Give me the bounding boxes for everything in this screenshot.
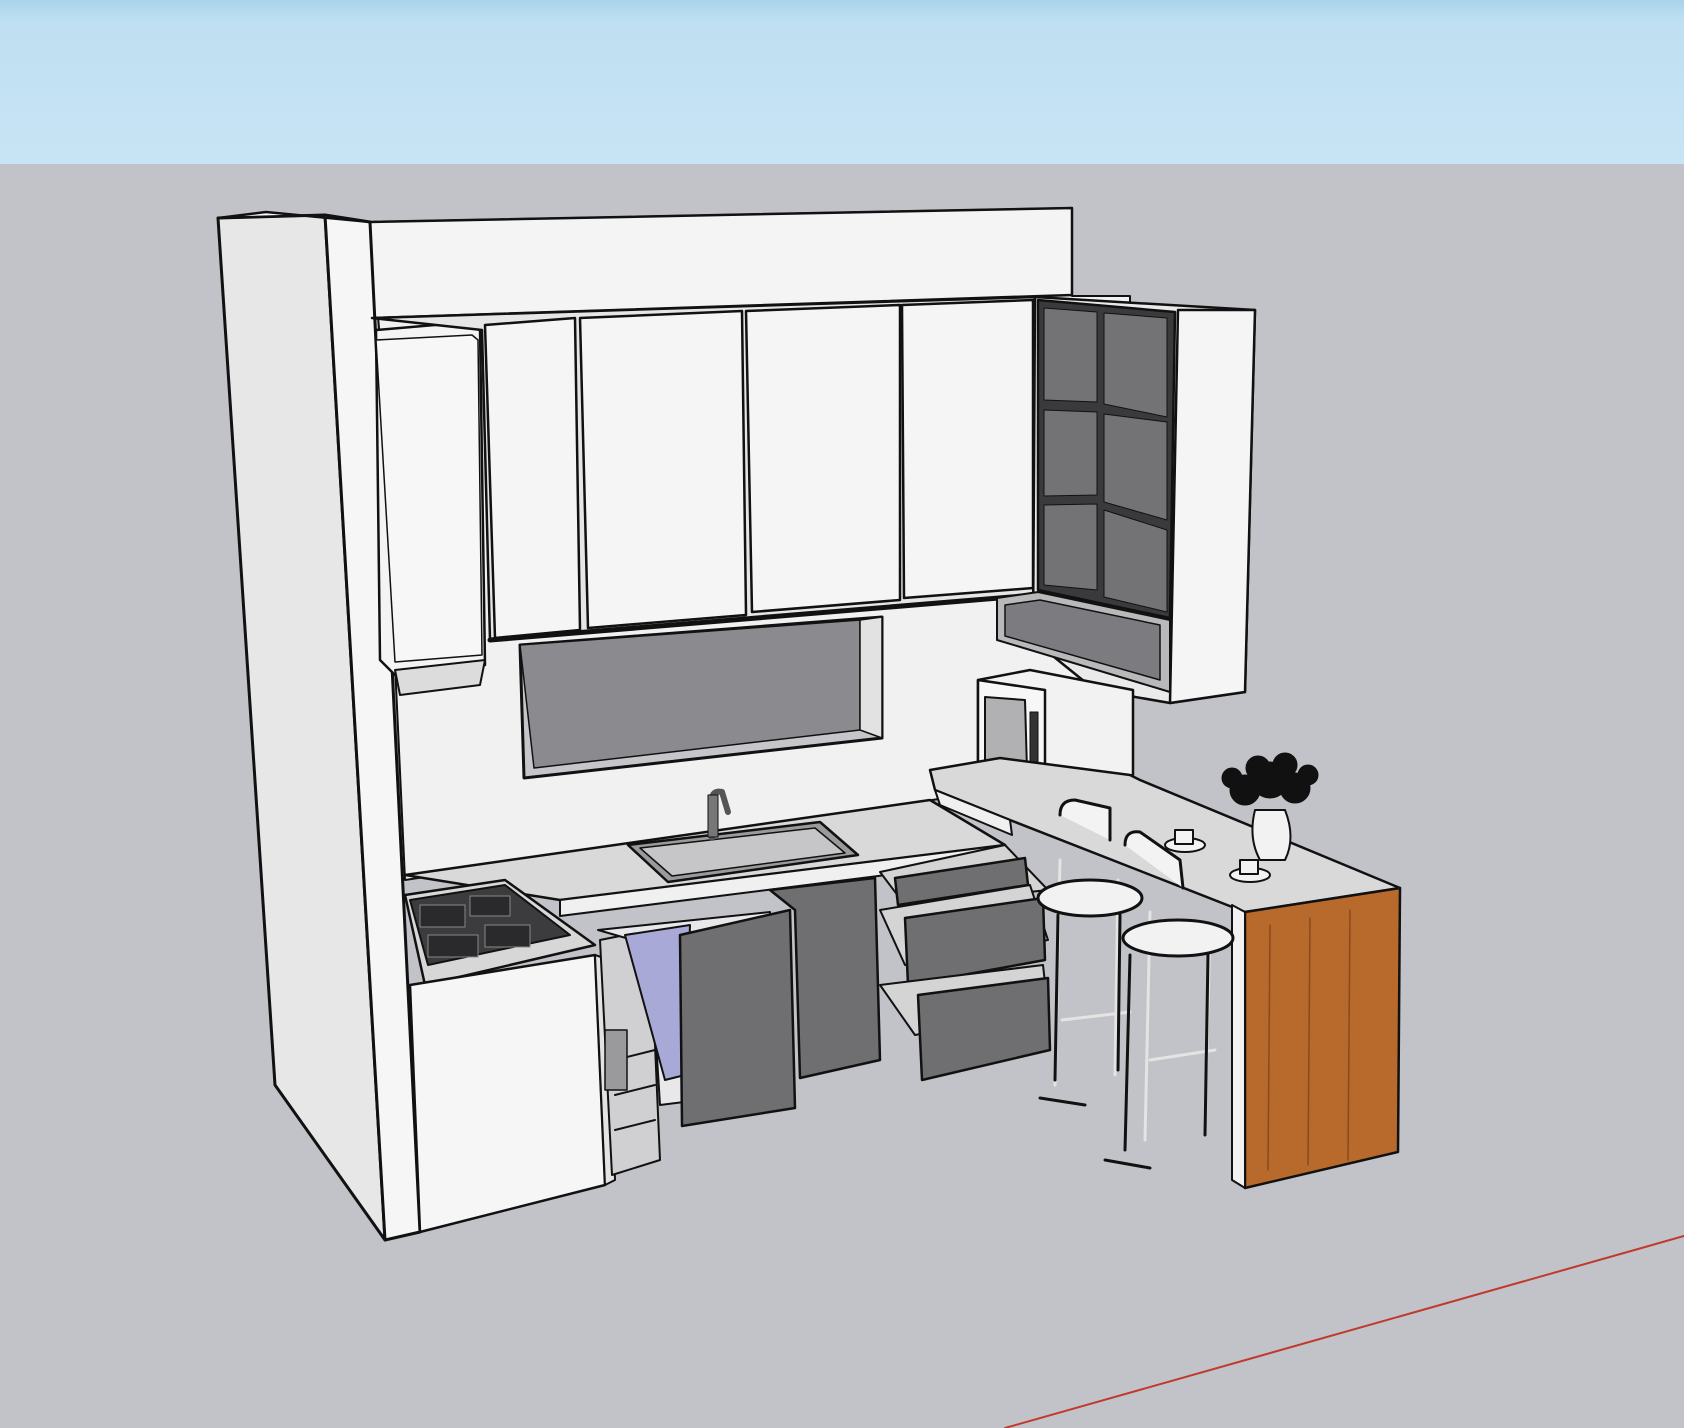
drawer-3[interactable] xyxy=(916,976,1052,1082)
upper-cabinet-door-2[interactable] xyxy=(578,309,748,630)
kitchen-model[interactable] xyxy=(0,0,1684,1428)
modeling-viewport[interactable] xyxy=(0,0,1684,1428)
upper-cabinet-door-4[interactable] xyxy=(900,298,1035,600)
red-axis-line xyxy=(1004,1235,1684,1428)
range-hood xyxy=(374,321,487,696)
upper-cabinet-door-1[interactable] xyxy=(483,316,582,640)
base-cabinets-open-drawers[interactable] xyxy=(879,844,1052,1082)
upper-cabinet-door-3[interactable] xyxy=(744,303,902,614)
hob-base-cabinet[interactable] xyxy=(408,953,616,1234)
bin-door[interactable] xyxy=(678,908,797,1128)
glass-display-cabinet[interactable] xyxy=(996,295,1257,705)
